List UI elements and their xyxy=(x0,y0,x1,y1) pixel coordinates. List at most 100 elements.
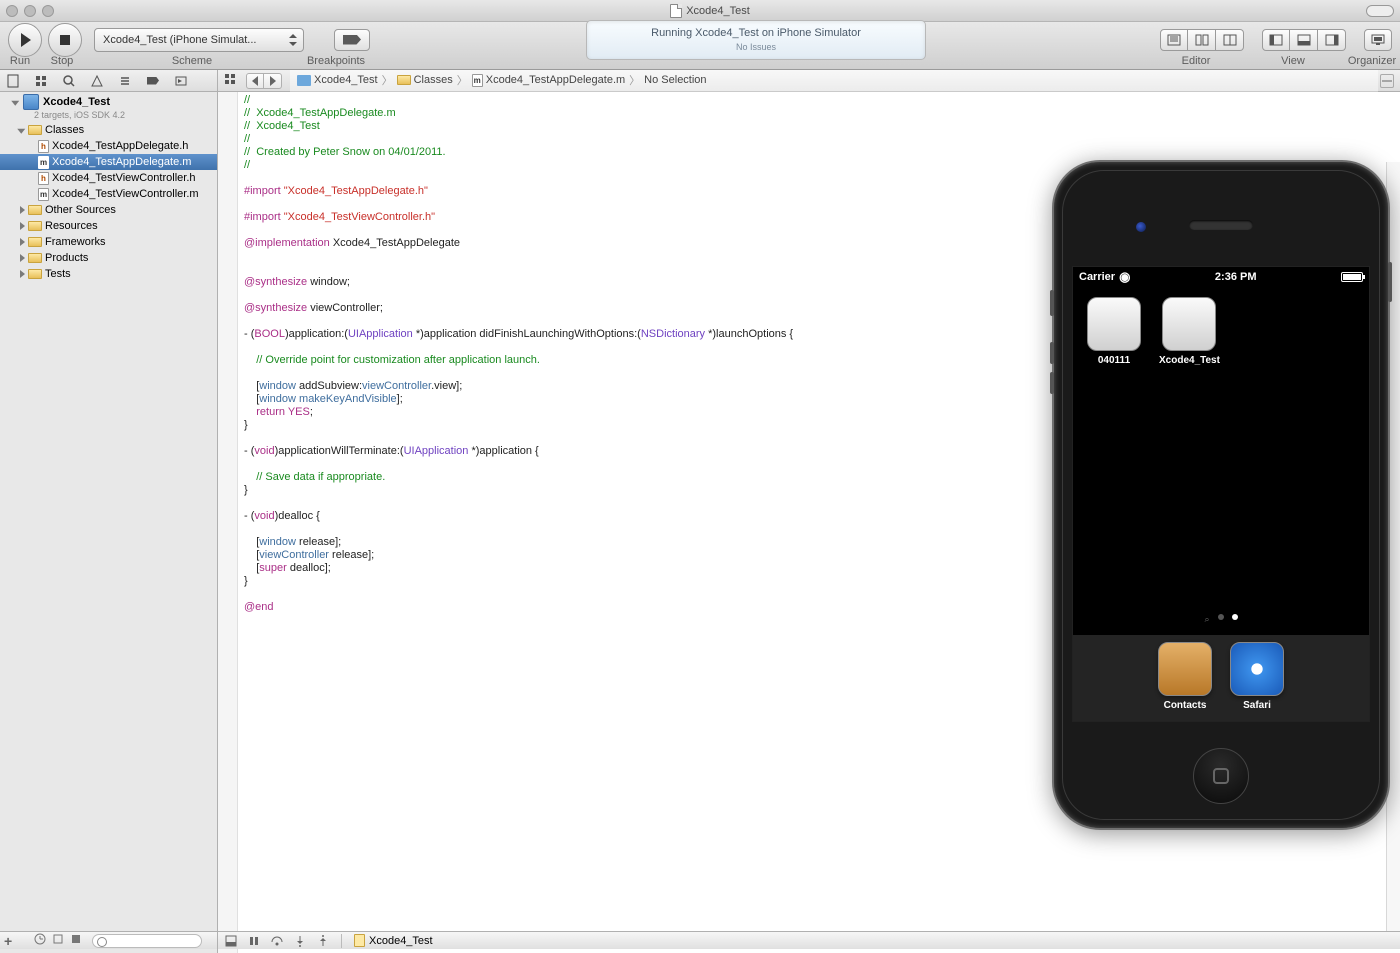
toolbar-toggle-button[interactable] xyxy=(1366,5,1394,17)
standard-editor-button[interactable] xyxy=(1160,29,1188,51)
debug-bar: Xcode4_Test xyxy=(218,931,1400,949)
simulator-screen[interactable]: Carrier ◉ 2:36 PM 040111Xcode4_Test ⌕ Co… xyxy=(1072,266,1370,722)
step-into-button[interactable] xyxy=(293,934,306,947)
filter-unsaved-icon[interactable] xyxy=(70,933,82,948)
app-Xcode4_Test[interactable]: Xcode4_Test xyxy=(1159,297,1220,366)
file-row[interactable]: mXcode4_TestAppDelegate.m xyxy=(0,154,217,170)
group-row[interactable]: Frameworks xyxy=(0,234,217,250)
file-row[interactable]: hXcode4_TestViewController.h xyxy=(0,170,217,186)
filter-scm-icon[interactable] xyxy=(52,933,64,948)
close-window-button[interactable] xyxy=(6,5,18,17)
disclosure-triangle-icon[interactable] xyxy=(20,206,25,214)
disclosure-triangle-icon[interactable] xyxy=(20,238,25,246)
log-navigator-button[interactable] xyxy=(172,73,190,89)
group-row[interactable]: Products xyxy=(0,250,217,266)
go-back-button[interactable] xyxy=(246,73,264,89)
toolbar-labels: Run Stop Scheme Breakpoints Editor View … xyxy=(0,55,1400,68)
xcode-project-icon xyxy=(23,94,39,110)
activity-main-text: Running Xcode4_Test on iPhone Simulator xyxy=(651,27,861,39)
dock-app-safari[interactable]: Safari xyxy=(1230,642,1284,711)
pause-button[interactable] xyxy=(247,934,260,947)
app-label: Safari xyxy=(1243,700,1271,711)
page-indicator[interactable]: ⌕ xyxy=(1073,614,1369,625)
crumb-selection[interactable]: No Selection xyxy=(641,74,709,86)
file-icon: h xyxy=(38,140,49,153)
toggle-debug-button[interactable] xyxy=(1290,29,1318,51)
scheme-value: Xcode4_Test (iPhone Simulat... xyxy=(103,34,256,46)
run-button[interactable] xyxy=(8,23,42,57)
debug-navigator-button[interactable] xyxy=(116,73,134,89)
organizer-group xyxy=(1364,29,1392,51)
spotlight-dot-icon: ⌕ xyxy=(1204,614,1209,625)
disclosure-triangle-icon[interactable] xyxy=(20,270,25,278)
toggle-debug-area-button[interactable] xyxy=(224,934,237,947)
issue-navigator-button[interactable] xyxy=(88,73,106,89)
app-icon xyxy=(1162,297,1216,351)
go-forward-button[interactable] xyxy=(264,73,282,89)
volume-up-button[interactable] xyxy=(1050,342,1054,364)
group-row[interactable]: Resources xyxy=(0,218,217,234)
symbol-navigator-button[interactable] xyxy=(32,73,50,89)
iphone-simulator-window[interactable]: Carrier ◉ 2:36 PM 040111Xcode4_Test ⌕ Co… xyxy=(1052,160,1390,830)
navigator-filter-field[interactable] xyxy=(92,934,202,948)
jump-bar[interactable]: Xcode4_Test 〉 Classes 〉 mXcode4_TestAppD… xyxy=(290,70,1378,92)
project-root-row[interactable]: Xcode4_Test xyxy=(0,92,217,112)
zoom-window-button[interactable] xyxy=(42,5,54,17)
project-navigator[interactable]: Xcode4_Test 2 targets, iOS SDK 4.2 Class… xyxy=(0,92,217,953)
toggle-utilities-button[interactable] xyxy=(1318,29,1346,51)
toggle-assistant-split-button[interactable] xyxy=(1380,74,1394,88)
step-out-button[interactable] xyxy=(316,934,329,947)
disclosure-triangle-icon[interactable] xyxy=(20,254,25,262)
view-selector xyxy=(1262,29,1346,51)
front-camera-icon xyxy=(1136,222,1146,232)
file-row[interactable]: hXcode4_TestAppDelegate.h xyxy=(0,138,217,154)
app-040111[interactable]: 040111 xyxy=(1087,297,1141,366)
stop-label: Stop xyxy=(40,55,84,68)
stop-button[interactable] xyxy=(48,23,82,57)
crumb-project[interactable]: Xcode4_Test xyxy=(294,74,381,86)
debug-thread-crumb[interactable]: Xcode4_Test xyxy=(354,934,433,947)
home-button[interactable] xyxy=(1193,748,1249,804)
toggle-navigator-button[interactable] xyxy=(1262,29,1290,51)
file-name: Xcode4_TestViewController.h xyxy=(52,172,196,184)
scheme-label: Scheme xyxy=(84,55,300,68)
related-items-button[interactable] xyxy=(224,73,244,88)
minimize-window-button[interactable] xyxy=(24,5,36,17)
breakpoints-button[interactable] xyxy=(334,29,370,51)
editor-gutter[interactable] xyxy=(218,92,238,953)
crumb-file[interactable]: mXcode4_TestAppDelegate.m xyxy=(469,74,628,87)
window-title-text: Xcode4_Test xyxy=(686,5,750,17)
group-row[interactable]: Tests xyxy=(0,266,217,282)
window-title: Xcode4_Test xyxy=(54,4,1366,18)
app-icon xyxy=(1158,642,1212,696)
filter-recent-icon[interactable] xyxy=(34,933,46,948)
organizer-label: Organizer xyxy=(1344,55,1400,68)
folder-icon xyxy=(28,237,42,247)
carrier-label: Carrier xyxy=(1079,271,1115,283)
power-button[interactable] xyxy=(1388,262,1392,302)
assistant-editor-button[interactable] xyxy=(1188,29,1216,51)
group-label: Resources xyxy=(45,220,98,232)
group-row[interactable]: Other Sources xyxy=(0,202,217,218)
scheme-selector[interactable]: Xcode4_Test (iPhone Simulat... xyxy=(94,28,304,52)
crumb-group[interactable]: Classes xyxy=(394,74,456,86)
organizer-button[interactable] xyxy=(1364,29,1392,51)
disclosure-triangle-icon[interactable] xyxy=(11,101,19,106)
mute-switch[interactable] xyxy=(1050,290,1054,316)
version-editor-button[interactable] xyxy=(1216,29,1244,51)
disclosure-triangle-icon[interactable] xyxy=(20,222,25,230)
disclosure-triangle-icon[interactable] xyxy=(17,129,25,134)
add-button[interactable]: + xyxy=(4,933,12,949)
group-label: Frameworks xyxy=(45,236,106,248)
dock-app-contacts[interactable]: Contacts xyxy=(1158,642,1212,711)
volume-down-button[interactable] xyxy=(1050,372,1054,394)
breakpoint-navigator-button[interactable] xyxy=(144,73,162,89)
main-toolbar: Xcode4_Test (iPhone Simulat... Running X… xyxy=(0,22,1400,70)
file-row[interactable]: mXcode4_TestViewController.m xyxy=(0,186,217,202)
step-over-button[interactable] xyxy=(270,934,283,947)
arrow-left-icon xyxy=(252,76,258,86)
search-navigator-button[interactable] xyxy=(60,73,78,89)
project-navigator-button[interactable] xyxy=(4,73,22,89)
app-label: Contacts xyxy=(1164,700,1207,711)
group-classes[interactable]: Classes xyxy=(0,122,217,138)
